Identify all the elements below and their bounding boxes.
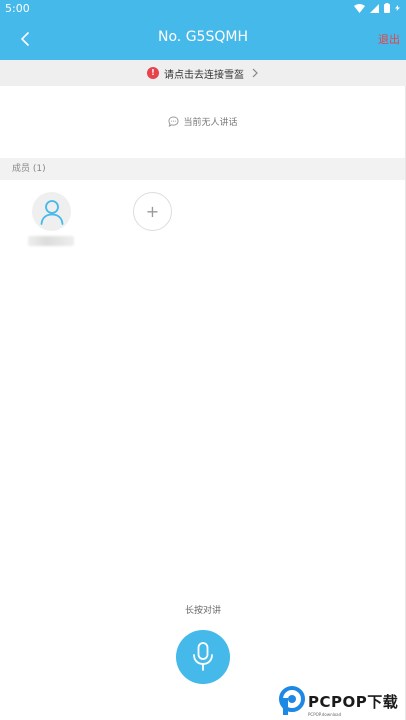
page-title: No. G5SQMH bbox=[158, 29, 248, 45]
title-bar: No. G5SQMH 退出 bbox=[0, 18, 406, 60]
connect-helmet-banner[interactable]: ! 请点击去连接雪盔 bbox=[0, 60, 406, 86]
status-bar: 5:00 bbox=[0, 0, 406, 18]
member-avatar[interactable] bbox=[32, 192, 71, 231]
speaker-status-text: 当前无人讲话 bbox=[183, 118, 238, 128]
members-header: 成员 (1) bbox=[0, 158, 406, 180]
watermark: PCPOP下载 PCPOP.download bbox=[278, 684, 404, 718]
chat-bubble-icon bbox=[168, 116, 179, 127]
push-to-talk-button[interactable] bbox=[176, 630, 230, 684]
exit-button[interactable]: 退出 bbox=[378, 31, 400, 47]
chevron-right-icon bbox=[252, 68, 258, 78]
member-name-blurred bbox=[28, 236, 74, 246]
status-icons bbox=[354, 3, 400, 13]
watermark-sub: PCPOP.download bbox=[308, 712, 342, 717]
status-time: 5:00 bbox=[5, 2, 30, 15]
push-to-talk-hint: 长按对讲 bbox=[184, 606, 221, 616]
pcpop-logo-icon bbox=[279, 686, 305, 715]
wifi-icon bbox=[354, 3, 365, 13]
signal-icon bbox=[370, 3, 379, 13]
microphone-icon bbox=[193, 642, 213, 671]
speaker-status: 当前无人讲话 bbox=[0, 115, 406, 128]
user-icon bbox=[40, 199, 63, 225]
charging-icon bbox=[395, 5, 400, 11]
add-member-button[interactable]: + bbox=[133, 192, 172, 231]
battery-icon bbox=[384, 3, 390, 13]
banner-text: 请点击去连接雪盔 bbox=[164, 69, 244, 81]
alert-icon: ! bbox=[147, 67, 159, 79]
watermark-brand: PCPOP下载 bbox=[308, 692, 399, 711]
screen: 5:00 No. G5SQMH 退出 ! 请点击去连接雪盔 当前无人讲话 成员 … bbox=[0, 0, 406, 720]
